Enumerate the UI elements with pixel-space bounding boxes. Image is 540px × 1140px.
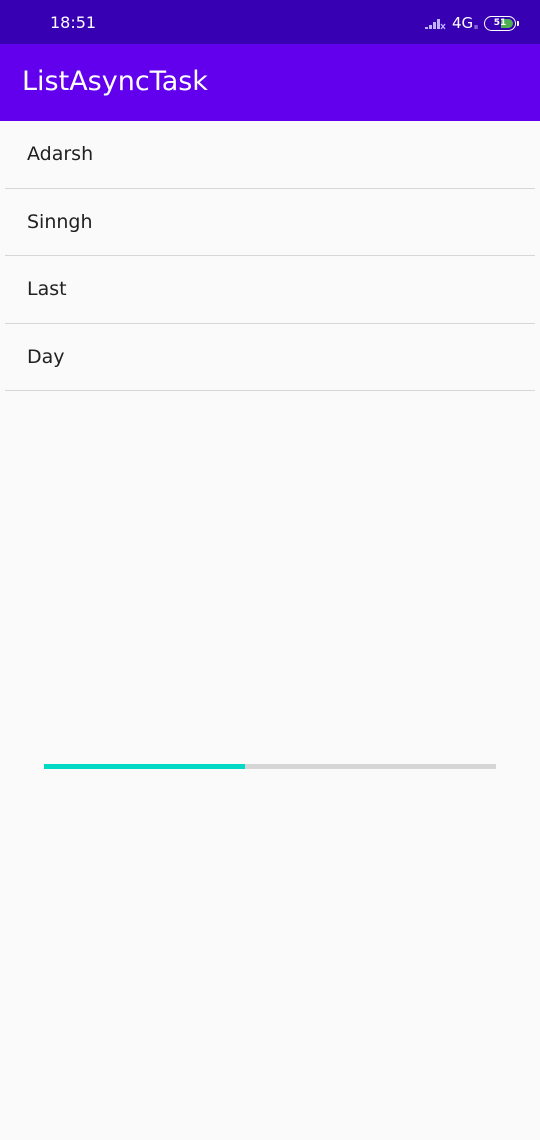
list-item-label: Day: [27, 345, 65, 368]
battery-level: 51: [493, 18, 507, 28]
battery-icon: 51: [484, 15, 519, 31]
battery-tip: [517, 20, 519, 26]
status-time: 18:51: [50, 13, 97, 32]
list-item[interactable]: Day: [5, 324, 535, 391]
item-list: Adarsh Sinngh Last Day: [5, 121, 535, 391]
list-item-label: Last: [27, 278, 67, 301]
list-item-label: Sinngh: [27, 210, 93, 233]
progress-bar: [44, 764, 496, 769]
app-bar: ListAsyncTask: [0, 44, 540, 121]
status-icons: 4G ıı 51: [424, 12, 519, 34]
list-item[interactable]: Adarsh: [5, 121, 535, 189]
list-item[interactable]: Sinngh: [5, 189, 535, 256]
progress-fill: [44, 764, 246, 769]
network-type: 4G: [451, 14, 474, 32]
app-title: ListAsyncTask: [22, 66, 208, 97]
list-item-label: Adarsh: [27, 143, 94, 166]
status-bar: 18:51 4G ıı 51: [0, 0, 540, 44]
network-activity: ıı: [474, 23, 478, 31]
list-item[interactable]: Last: [5, 256, 535, 324]
signal-icon: [424, 19, 446, 30]
